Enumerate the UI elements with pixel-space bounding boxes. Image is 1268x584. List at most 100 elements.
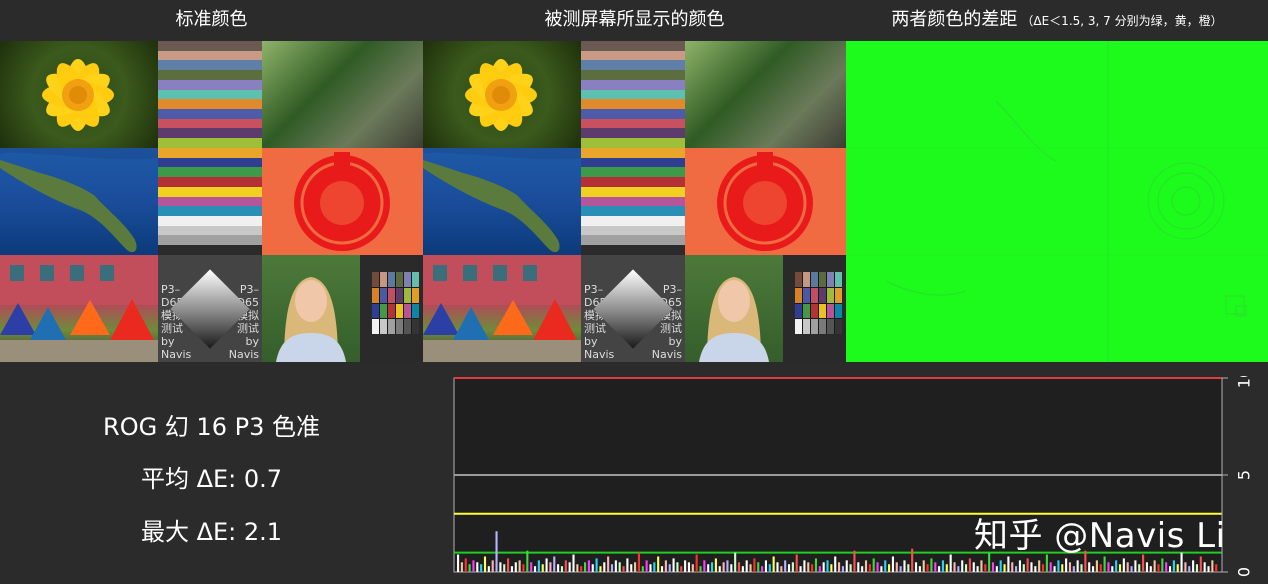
delta-e-bar	[814, 558, 818, 572]
delta-e-bar	[780, 566, 783, 572]
delta-e-bar	[853, 550, 856, 572]
garden-tile	[262, 41, 423, 148]
delta-e-bar	[787, 564, 791, 572]
delta-e-bar	[618, 562, 621, 572]
delta-e-bar	[510, 566, 513, 572]
color-checker-patch	[811, 319, 818, 334]
delta-e-bar	[684, 560, 687, 572]
delta-e-bar	[1076, 560, 1079, 572]
delta-e-bar	[949, 554, 952, 572]
delta-e-bar	[530, 562, 533, 572]
color-bar-stripe	[581, 215, 685, 226]
color-checker-patch	[835, 303, 842, 319]
delta-e-bar	[818, 566, 821, 572]
delta-e-bar	[1041, 564, 1045, 572]
delta-e-bar	[1038, 560, 1041, 572]
delta-e-bar	[1145, 562, 1148, 572]
delta-e-bar	[914, 562, 918, 572]
watermark: 知乎 @Navis Li	[974, 516, 1226, 556]
delta-e-bar	[522, 564, 525, 572]
color-bar-stripe	[158, 99, 262, 110]
delta-e-bar	[768, 564, 771, 572]
delta-e-bar	[1022, 564, 1025, 572]
color-checker-grid	[795, 272, 842, 334]
color-checker-patch	[412, 272, 419, 287]
delta-e-bar	[1072, 566, 1075, 572]
delta-e-bar	[1011, 562, 1014, 572]
delta-e-bar	[568, 562, 571, 572]
delta-e-bar	[826, 560, 829, 572]
delta-e-bar	[1215, 564, 1218, 572]
delta-e-bar	[803, 560, 806, 572]
delta-e-bar	[745, 560, 748, 572]
color-checker-patch	[803, 272, 810, 287]
delta-e-bar	[799, 566, 802, 572]
delta-e-bar	[557, 564, 560, 572]
color-checker-patch	[372, 319, 379, 334]
color-checker-patch	[795, 303, 802, 319]
delta-e-bar	[1015, 566, 1018, 572]
delta-e-bar	[891, 556, 894, 572]
color-checker-patch	[827, 303, 834, 319]
color-checker-patch	[819, 272, 826, 287]
beach-tile	[0, 255, 158, 362]
delta-e-bar	[849, 564, 852, 572]
delta-e-bar	[595, 558, 598, 572]
color-checker-patch	[412, 319, 419, 334]
delta-e-bar	[537, 560, 540, 572]
delta-e-bar	[614, 560, 617, 572]
delta-e-bar	[1068, 562, 1072, 572]
y-tick-label: 10	[1235, 376, 1254, 388]
delta-e-bar	[1095, 560, 1098, 572]
color-checker-patch	[835, 287, 842, 303]
delta-e-bar	[1026, 558, 1029, 572]
summary-title: ROG 幻 16 P3 色准	[103, 413, 320, 441]
delta-e-bar	[1142, 554, 1145, 572]
delta-e-bar	[764, 560, 767, 572]
color-bar-stripe	[158, 196, 262, 207]
color-bar-stripe	[581, 60, 685, 71]
delta-e-bar	[707, 564, 710, 572]
delta-e-bar	[737, 562, 741, 572]
color-checker-patch	[380, 287, 387, 303]
delta-e-bar	[634, 562, 637, 572]
delta-e-bar	[630, 564, 633, 572]
color-bar-stripe	[581, 79, 685, 90]
displayed-image-panel: P3– D65 模拟 测试 by Navis P3– D65 模拟 测试 by Navis	[423, 41, 846, 362]
delta-e-bar	[591, 564, 594, 572]
delta-e-bar	[841, 566, 844, 572]
color-checker-patch	[404, 287, 411, 303]
delta-e-bar	[1195, 564, 1199, 572]
delta-e-bar	[572, 554, 575, 572]
delta-e-bar	[1192, 560, 1195, 572]
delta-e-bar	[1053, 566, 1056, 572]
color-bar-stripe	[581, 147, 685, 158]
color-checker-patch	[388, 287, 395, 303]
color-bar-stripe	[581, 157, 685, 168]
color-bar-stripe	[158, 118, 262, 129]
delta-e-bar	[926, 564, 929, 572]
delta-e-bar	[972, 562, 975, 572]
delta-e-bar	[476, 562, 479, 572]
color-checker-patch	[396, 319, 403, 334]
delta-e-bar	[1153, 560, 1156, 572]
delta-e-bar	[637, 552, 640, 572]
delta-e-bar	[1165, 562, 1168, 572]
delta-e-bar	[514, 562, 517, 572]
beach-tile	[423, 255, 581, 362]
delta-e-bar	[472, 560, 475, 572]
color-checker-patch	[388, 319, 395, 334]
delta-e-bar	[1111, 566, 1114, 572]
color-checker-patch	[835, 272, 842, 287]
delta-e-bar	[699, 566, 702, 572]
color-checker-patch	[372, 272, 379, 287]
color-checker-patch	[372, 287, 379, 303]
color-checker-patch	[404, 319, 411, 334]
color-checker-patch	[819, 319, 826, 334]
color-bars-tile	[581, 41, 685, 255]
difference-title: 两者颜色的差距	[891, 9, 1018, 30]
delta-e-bar	[691, 564, 694, 572]
delta-e-bar	[672, 558, 675, 572]
delta-e-bar	[830, 564, 833, 572]
standard-image-panel: P3– D65 模拟 测试 by Navis P3– D65 模拟 测试 by Navis	[0, 41, 423, 362]
